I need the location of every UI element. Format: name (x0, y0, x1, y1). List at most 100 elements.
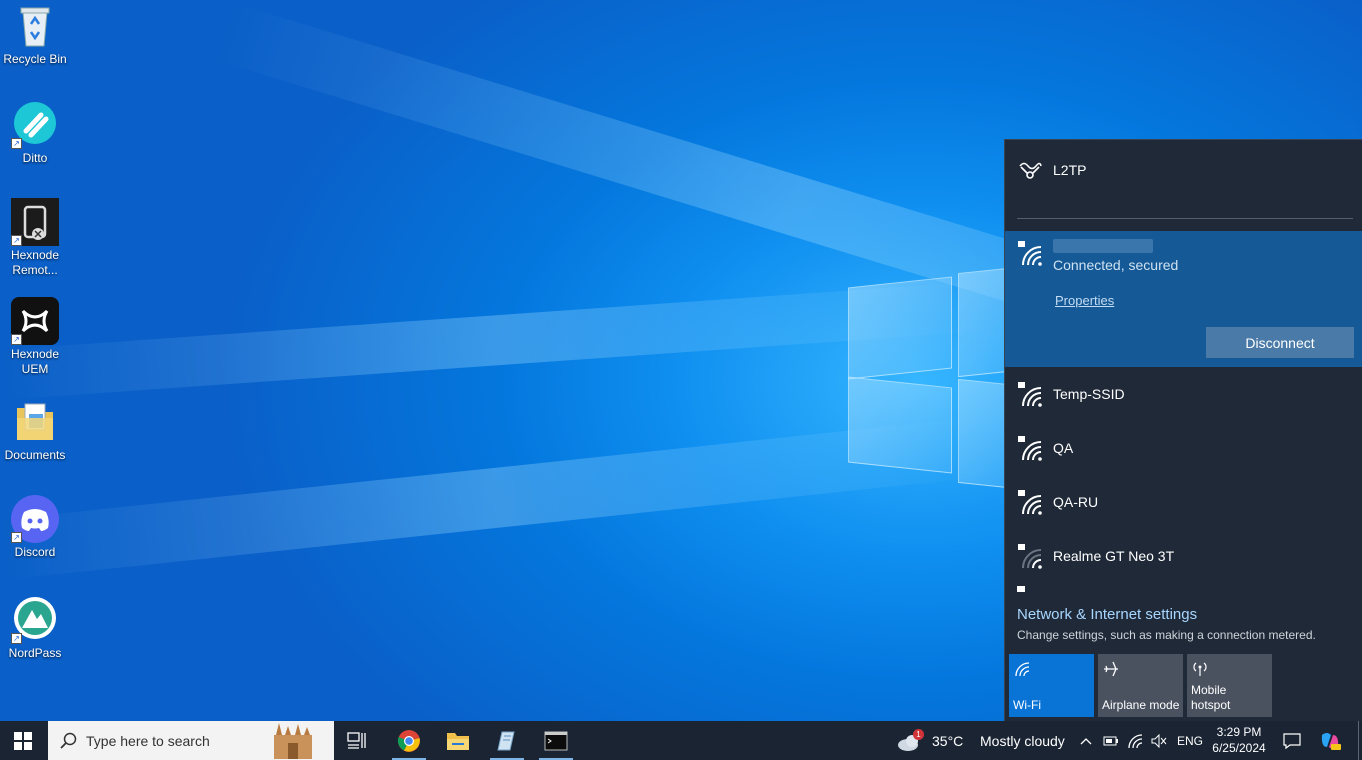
divider (1017, 218, 1353, 219)
hexnode-uem-icon: ↗ (11, 297, 59, 345)
tile-label: Mobile hotspot (1191, 683, 1231, 712)
battery-icon (1103, 736, 1118, 745)
wifi-secured-icon (1017, 436, 1043, 462)
desktop-icon-label: Hexnode Remot... (10, 248, 60, 277)
notification-icon (1283, 732, 1301, 749)
discord-icon: ↗ (11, 495, 59, 543)
folder-icon (447, 732, 469, 750)
network-name: Realme GT Neo 3T (1053, 548, 1175, 564)
shortcut-arrow-icon: ↗ (11, 138, 22, 149)
tile-label: Wi-Fi (1013, 698, 1041, 712)
desktop-icon-label: Discord (14, 545, 56, 559)
shortcut-arrow-icon: ↗ (11, 334, 22, 345)
documents-folder-icon (11, 398, 59, 446)
partial-lock-icon (1017, 586, 1025, 592)
airplane-icon (1102, 660, 1120, 678)
network-name: Temp-SSID (1053, 386, 1125, 402)
disconnect-button[interactable]: Disconnect (1206, 327, 1354, 358)
weather-temperature: 35°C (932, 733, 964, 749)
battery-tray-button[interactable] (1100, 721, 1122, 760)
tile-label: Airplane mode (1102, 698, 1180, 712)
start-button[interactable] (0, 721, 46, 760)
shortcut-arrow-icon: ↗ (11, 235, 22, 246)
desktop-icon-label: Ditto (22, 151, 48, 165)
desktop-icon-documents[interactable]: Documents (2, 398, 68, 463)
chrome-icon (397, 729, 420, 752)
desktop-icon-label: NordPass (8, 646, 62, 660)
properties-link[interactable]: Properties (1055, 293, 1114, 308)
volume-tray-button[interactable] (1148, 721, 1170, 760)
task-view-button[interactable] (337, 721, 377, 760)
wifi-toggle-tile[interactable]: Wi-Fi (1009, 654, 1094, 717)
task-view-icon (347, 731, 366, 749)
desktop-icon-label: Documents (4, 448, 66, 462)
search-highlight-image (274, 723, 312, 759)
action-center-button[interactable] (1278, 721, 1306, 760)
chevron-up-icon (1080, 737, 1092, 744)
app-pen-icon (497, 731, 515, 750)
recycle-bin-icon (11, 2, 59, 50)
clock-date: 6/25/2024 (1212, 741, 1266, 755)
desktop-icon-hexnode-remote[interactable]: ↗ Hexnode Remot... (2, 198, 68, 278)
network-item-temp-ssid[interactable]: Temp-SSID (1005, 368, 1362, 422)
desktop-icon-hexnode-uem[interactable]: ↗ Hexnode UEM (2, 297, 68, 377)
wifi-secured-icon (1017, 239, 1043, 267)
vpn-icon (1017, 158, 1043, 184)
wifi-weak-secured-icon (1017, 544, 1043, 570)
weather-widget[interactable]: 1 35°C Mostly cloudy (896, 721, 1066, 760)
network-item-realme[interactable]: Realme GT Neo 3T (1005, 530, 1362, 584)
windows-start-icon (14, 731, 32, 750)
copilot-icon (1321, 732, 1341, 750)
weather-badge: 1 (913, 729, 924, 740)
network-settings-link[interactable]: Network & Internet settings (1017, 606, 1197, 623)
wifi-tray-icon (1128, 733, 1143, 748)
show-desktop-button[interactable] (1358, 721, 1362, 760)
hexnode-remote-icon: ↗ (11, 198, 59, 246)
search-placeholder: Type here to search (86, 733, 210, 749)
shortcut-arrow-icon: ↗ (11, 532, 22, 543)
taskbar-clock[interactable]: 3:29 PM 6/25/2024 (1207, 724, 1271, 756)
desktop-icon-label: Recycle Bin (3, 52, 67, 66)
taskbar-file-explorer[interactable] (437, 721, 479, 760)
windows-wallpaper-logo (848, 262, 1018, 492)
volume-muted-icon (1151, 733, 1167, 748)
vpn-item-l2tp[interactable]: L2TP (1005, 144, 1362, 198)
desktop-icon-label: Hexnode UEM (10, 347, 60, 376)
desktop-icon-discord[interactable]: ↗ Discord (2, 495, 68, 560)
wifi-secured-icon (1017, 382, 1043, 408)
taskbar-search-box[interactable]: Type here to search (48, 721, 334, 760)
redacted-network-name (1053, 239, 1153, 253)
wifi-icon (1013, 660, 1031, 678)
hotspot-icon (1191, 660, 1209, 678)
language-indicator[interactable]: ENG (1177, 734, 1203, 748)
network-tray-button[interactable] (1124, 721, 1146, 760)
shortcut-arrow-icon: ↗ (11, 633, 22, 644)
show-hidden-icons-button[interactable] (1076, 721, 1096, 760)
mobile-hotspot-tile[interactable]: Mobile hotspot (1187, 654, 1272, 717)
desktop-icon-recycle-bin[interactable]: Recycle Bin (2, 2, 68, 67)
ditto-icon: ↗ (11, 101, 59, 149)
connection-status: Connected, secured (1053, 257, 1179, 273)
weather-condition: Mostly cloudy (980, 733, 1065, 749)
taskbar: Type here to search 1 35°C Mostly cloudy… (0, 721, 1362, 760)
network-name: QA-RU (1053, 494, 1099, 510)
nordpass-icon: ↗ (11, 596, 59, 644)
desktop-icon-nordpass[interactable]: ↗ NordPass (2, 596, 68, 661)
taskbar-chrome[interactable] (388, 721, 430, 760)
network-settings-description: Change settings, such as making a connec… (1017, 628, 1316, 642)
wifi-secured-icon (1017, 490, 1043, 516)
taskbar-snipping-app[interactable] (486, 721, 528, 760)
search-icon (60, 732, 77, 749)
network-item-qa-ru[interactable]: QA-RU (1005, 476, 1362, 530)
network-item-qa[interactable]: QA (1005, 422, 1362, 476)
desktop-icon-ditto[interactable]: ↗ Ditto (2, 101, 68, 166)
clock-time: 3:29 PM (1216, 725, 1262, 739)
network-name: QA (1053, 440, 1074, 456)
taskbar-command-prompt[interactable] (535, 721, 577, 760)
vpn-name: L2TP (1053, 162, 1087, 178)
connected-network-item[interactable]: Connected, secured Properties Disconnect (1005, 231, 1362, 367)
airplane-mode-tile[interactable]: Airplane mode (1098, 654, 1183, 717)
copilot-button[interactable] (1314, 721, 1346, 760)
terminal-icon (544, 731, 568, 750)
network-flyout: L2TP Connected, secured Properties Disco… (1004, 139, 1362, 721)
